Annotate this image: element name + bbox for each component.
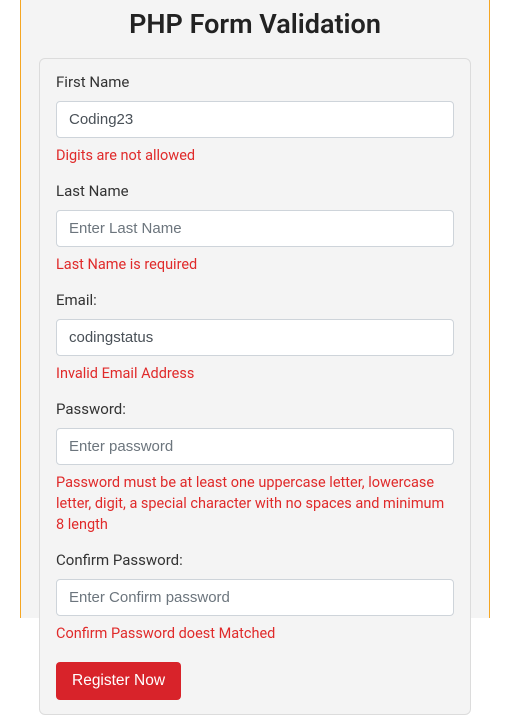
first-name-group: First Name Digits are not allowed xyxy=(56,73,454,166)
last-name-error: Last Name is required xyxy=(56,254,454,275)
last-name-input[interactable] xyxy=(56,210,454,247)
password-error: Password must be at least one uppercase … xyxy=(56,472,454,535)
last-name-label: Last Name xyxy=(56,182,454,200)
confirm-password-label: Confirm Password: xyxy=(56,551,454,569)
email-label: Email: xyxy=(56,291,454,309)
password-input[interactable] xyxy=(56,428,454,465)
password-label: Password: xyxy=(56,400,454,418)
confirm-password-group: Confirm Password: Confirm Password doest… xyxy=(56,551,454,644)
email-group: Email: Invalid Email Address xyxy=(56,291,454,384)
first-name-label: First Name xyxy=(56,73,454,91)
first-name-error: Digits are not allowed xyxy=(56,145,454,166)
last-name-group: Last Name Last Name is required xyxy=(56,182,454,275)
email-input[interactable] xyxy=(56,319,454,356)
form-card: First Name Digits are not allowed Last N… xyxy=(39,58,471,715)
first-name-input[interactable] xyxy=(56,101,454,138)
confirm-password-error: Confirm Password doest Matched xyxy=(56,623,454,644)
password-group: Password: Password must be at least one … xyxy=(56,400,454,535)
outer-frame: PHP Form Validation First Name Digits ar… xyxy=(20,0,490,618)
email-error: Invalid Email Address xyxy=(56,363,454,384)
register-button[interactable]: Register Now xyxy=(56,662,181,700)
page-title: PHP Form Validation xyxy=(39,0,471,58)
confirm-password-input[interactable] xyxy=(56,579,454,616)
